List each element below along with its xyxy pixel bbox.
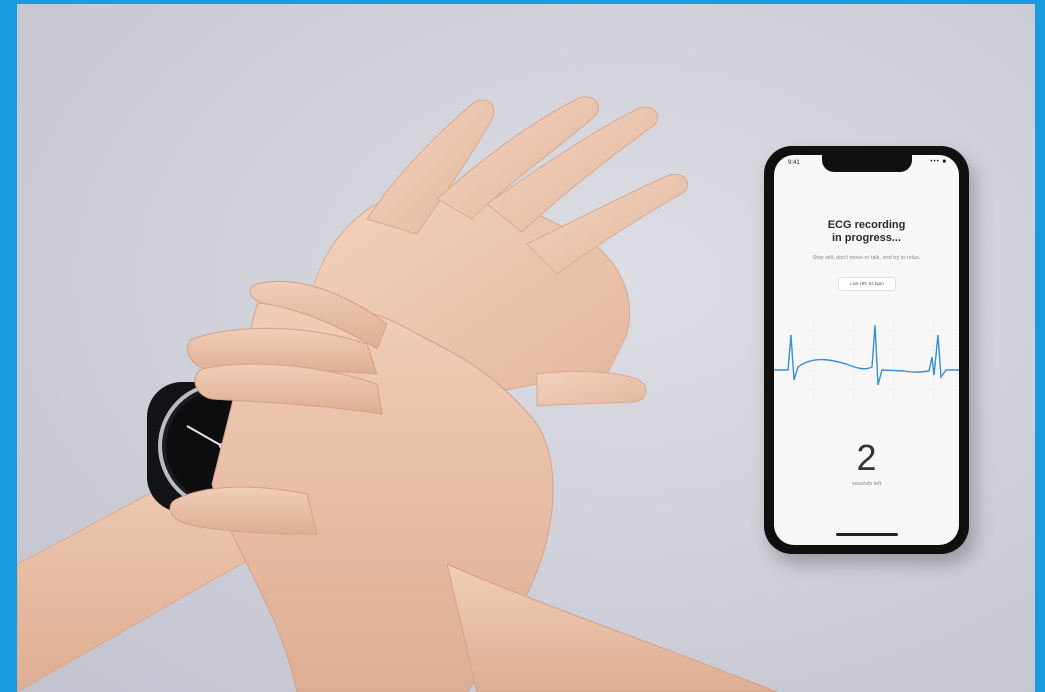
ecg-title-line2: in progress... xyxy=(831,232,902,244)
ecg-title: ECG recording in progress... xyxy=(774,219,959,245)
countdown-label: seconds left xyxy=(851,481,882,487)
home-indicator xyxy=(836,533,898,536)
photo-frame: 9:41 ••• ■ ECG recording in progress... … xyxy=(0,0,1045,692)
phone-screen: 9:41 ••• ■ ECG recording in progress... … xyxy=(774,155,959,545)
status-signal-icon: ••• ■ xyxy=(930,159,947,165)
countdown-value: 2 xyxy=(856,437,877,478)
smartphone: 9:41 ••• ■ ECG recording in progress... … xyxy=(764,146,969,554)
phone-notch xyxy=(822,155,912,172)
ecg-waveform xyxy=(774,315,959,405)
ecg-trace xyxy=(774,324,959,386)
status-time: 9:41 xyxy=(788,160,800,166)
ecg-instructions: Stay still, don't move or talk, and try … xyxy=(812,255,921,261)
ecg-title-line1: ECG recording xyxy=(827,219,906,231)
photo: 9:41 ••• ■ ECG recording in progress... … xyxy=(17,4,1035,692)
live-hr-badge: Live HR: 64 bpm xyxy=(838,277,896,291)
